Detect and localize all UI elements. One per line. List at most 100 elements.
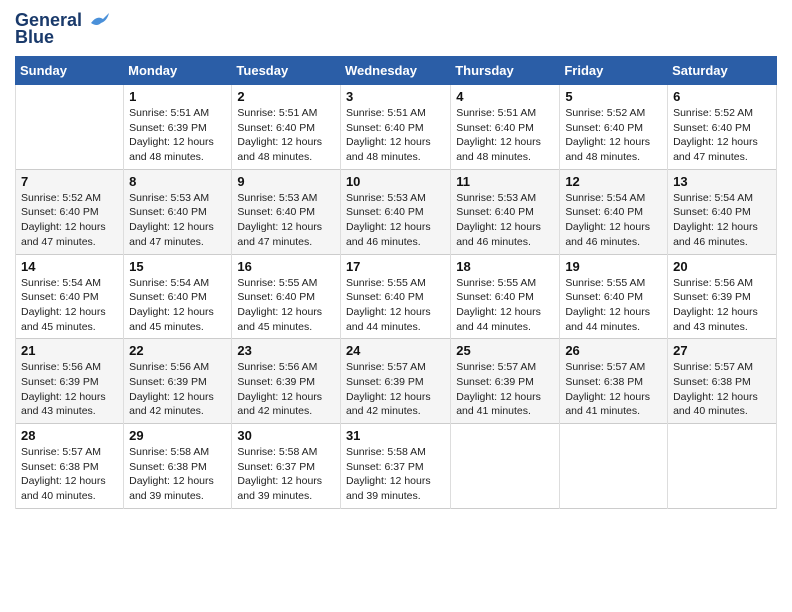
calendar-cell: 25 Sunrise: 5:57 AM Sunset: 6:39 PM Dayli… <box>451 339 560 424</box>
calendar-cell: 22 Sunrise: 5:56 AM Sunset: 6:39 PM Dayli… <box>124 339 232 424</box>
calendar-cell: 28 Sunrise: 5:57 AM Sunset: 6:38 PM Dayli… <box>16 424 124 509</box>
day-number: 28 <box>21 428 118 443</box>
day-number: 18 <box>456 259 554 274</box>
page-header: General Blue <box>15 10 777 48</box>
day-info: Sunrise: 5:58 AM Sunset: 6:37 PM Dayligh… <box>346 445 445 504</box>
calendar-cell <box>560 424 668 509</box>
header-row: SundayMondayTuesdayWednesdayThursdayFrid… <box>16 57 777 85</box>
calendar-cell: 15 Sunrise: 5:54 AM Sunset: 6:40 PM Dayli… <box>124 254 232 339</box>
week-row-4: 21 Sunrise: 5:56 AM Sunset: 6:39 PM Dayli… <box>16 339 777 424</box>
calendar-cell: 11 Sunrise: 5:53 AM Sunset: 6:40 PM Dayli… <box>451 169 560 254</box>
logo-bird-icon <box>89 13 109 29</box>
day-info: Sunrise: 5:56 AM Sunset: 6:39 PM Dayligh… <box>237 360 335 419</box>
calendar-cell: 5 Sunrise: 5:52 AM Sunset: 6:40 PM Daylig… <box>560 85 668 170</box>
day-number: 26 <box>565 343 662 358</box>
day-number: 29 <box>129 428 226 443</box>
calendar-cell: 6 Sunrise: 5:52 AM Sunset: 6:40 PM Daylig… <box>668 85 777 170</box>
day-number: 19 <box>565 259 662 274</box>
calendar-cell: 8Sunrise: 5:53 AM Sunset: 6:40 PM Daylig… <box>124 169 232 254</box>
day-number: 15 <box>129 259 226 274</box>
calendar-cell <box>16 85 124 170</box>
day-info: Sunrise: 5:51 AM Sunset: 6:40 PM Dayligh… <box>346 106 445 165</box>
column-header-saturday: Saturday <box>668 57 777 85</box>
day-number: 1 <box>129 89 226 104</box>
day-info: Sunrise: 5:54 AM Sunset: 6:40 PM Dayligh… <box>565 191 662 250</box>
day-info: Sunrise: 5:53 AM Sunset: 6:40 PM Dayligh… <box>129 191 226 250</box>
column-header-monday: Monday <box>124 57 232 85</box>
calendar-cell: 26 Sunrise: 5:57 AM Sunset: 6:38 PM Dayli… <box>560 339 668 424</box>
day-number: 10 <box>346 174 445 189</box>
day-number: 17 <box>346 259 445 274</box>
calendar-cell: 7 Sunrise: 5:52 AM Sunset: 6:40 PM Daylig… <box>16 169 124 254</box>
calendar-cell: 20Sunrise: 5:56 AM Sunset: 6:39 PM Dayli… <box>668 254 777 339</box>
day-info: Sunrise: 5:55 AM Sunset: 6:40 PM Dayligh… <box>346 276 445 335</box>
calendar-cell: 4Sunrise: 5:51 AM Sunset: 6:40 PM Daylig… <box>451 85 560 170</box>
day-info: Sunrise: 5:53 AM Sunset: 6:40 PM Dayligh… <box>346 191 445 250</box>
day-number: 14 <box>21 259 118 274</box>
logo-graphic: General Blue <box>15 10 109 48</box>
day-info: Sunrise: 5:54 AM Sunset: 6:40 PM Dayligh… <box>673 191 771 250</box>
day-info: Sunrise: 5:56 AM Sunset: 6:39 PM Dayligh… <box>21 360 118 419</box>
calendar-cell: 30 Sunrise: 5:58 AM Sunset: 6:37 PM Dayli… <box>232 424 341 509</box>
calendar-cell <box>451 424 560 509</box>
day-info: Sunrise: 5:57 AM Sunset: 6:38 PM Dayligh… <box>565 360 662 419</box>
week-row-2: 7 Sunrise: 5:52 AM Sunset: 6:40 PM Daylig… <box>16 169 777 254</box>
calendar-cell: 10 Sunrise: 5:53 AM Sunset: 6:40 PM Dayli… <box>340 169 450 254</box>
day-info: Sunrise: 5:56 AM Sunset: 6:39 PM Dayligh… <box>129 360 226 419</box>
day-number: 31 <box>346 428 445 443</box>
column-header-friday: Friday <box>560 57 668 85</box>
week-row-1: 1 Sunrise: 5:51 AM Sunset: 6:39 PM Daylig… <box>16 85 777 170</box>
day-info: Sunrise: 5:58 AM Sunset: 6:38 PM Dayligh… <box>129 445 226 504</box>
calendar-cell: 13 Sunrise: 5:54 AM Sunset: 6:40 PM Dayli… <box>668 169 777 254</box>
calendar-cell: 3Sunrise: 5:51 AM Sunset: 6:40 PM Daylig… <box>340 85 450 170</box>
calendar-cell: 29 Sunrise: 5:58 AM Sunset: 6:38 PM Dayli… <box>124 424 232 509</box>
calendar-cell: 1 Sunrise: 5:51 AM Sunset: 6:39 PM Daylig… <box>124 85 232 170</box>
day-number: 21 <box>21 343 118 358</box>
week-row-3: 14 Sunrise: 5:54 AM Sunset: 6:40 PM Dayli… <box>16 254 777 339</box>
calendar-cell: 14 Sunrise: 5:54 AM Sunset: 6:40 PM Dayli… <box>16 254 124 339</box>
day-info: Sunrise: 5:52 AM Sunset: 6:40 PM Dayligh… <box>21 191 118 250</box>
calendar-cell: 27Sunrise: 5:57 AM Sunset: 6:38 PM Dayli… <box>668 339 777 424</box>
calendar-cell: 23 Sunrise: 5:56 AM Sunset: 6:39 PM Dayli… <box>232 339 341 424</box>
day-info: Sunrise: 5:52 AM Sunset: 6:40 PM Dayligh… <box>565 106 662 165</box>
day-info: Sunrise: 5:55 AM Sunset: 6:40 PM Dayligh… <box>456 276 554 335</box>
calendar-cell <box>668 424 777 509</box>
day-number: 5 <box>565 89 662 104</box>
day-number: 24 <box>346 343 445 358</box>
day-info: Sunrise: 5:58 AM Sunset: 6:37 PM Dayligh… <box>237 445 335 504</box>
day-info: Sunrise: 5:57 AM Sunset: 6:38 PM Dayligh… <box>21 445 118 504</box>
day-number: 27 <box>673 343 771 358</box>
day-number: 9 <box>237 174 335 189</box>
calendar-cell: 17 Sunrise: 5:55 AM Sunset: 6:40 PM Dayli… <box>340 254 450 339</box>
day-info: Sunrise: 5:57 AM Sunset: 6:39 PM Dayligh… <box>456 360 554 419</box>
day-number: 25 <box>456 343 554 358</box>
day-number: 7 <box>21 174 118 189</box>
calendar-table: SundayMondayTuesdayWednesdayThursdayFrid… <box>15 56 777 509</box>
column-header-sunday: Sunday <box>16 57 124 85</box>
day-number: 22 <box>129 343 226 358</box>
day-info: Sunrise: 5:54 AM Sunset: 6:40 PM Dayligh… <box>129 276 226 335</box>
calendar-cell: 9 Sunrise: 5:53 AM Sunset: 6:40 PM Daylig… <box>232 169 341 254</box>
day-info: Sunrise: 5:57 AM Sunset: 6:39 PM Dayligh… <box>346 360 445 419</box>
calendar-cell: 18 Sunrise: 5:55 AM Sunset: 6:40 PM Dayli… <box>451 254 560 339</box>
calendar-cell: 12 Sunrise: 5:54 AM Sunset: 6:40 PM Dayli… <box>560 169 668 254</box>
day-number: 23 <box>237 343 335 358</box>
day-number: 12 <box>565 174 662 189</box>
calendar-cell: 19 Sunrise: 5:55 AM Sunset: 6:40 PM Dayli… <box>560 254 668 339</box>
day-number: 4 <box>456 89 554 104</box>
day-info: Sunrise: 5:53 AM Sunset: 6:40 PM Dayligh… <box>456 191 554 250</box>
day-info: Sunrise: 5:51 AM Sunset: 6:39 PM Dayligh… <box>129 106 226 165</box>
day-number: 2 <box>237 89 335 104</box>
day-info: Sunrise: 5:51 AM Sunset: 6:40 PM Dayligh… <box>237 106 335 165</box>
day-info: Sunrise: 5:55 AM Sunset: 6:40 PM Dayligh… <box>565 276 662 335</box>
logo: General Blue <box>15 10 109 48</box>
day-number: 6 <box>673 89 771 104</box>
day-info: Sunrise: 5:54 AM Sunset: 6:40 PM Dayligh… <box>21 276 118 335</box>
day-number: 13 <box>673 174 771 189</box>
calendar-cell: 16Sunrise: 5:55 AM Sunset: 6:40 PM Dayli… <box>232 254 341 339</box>
column-header-thursday: Thursday <box>451 57 560 85</box>
day-info: Sunrise: 5:53 AM Sunset: 6:40 PM Dayligh… <box>237 191 335 250</box>
day-number: 11 <box>456 174 554 189</box>
day-info: Sunrise: 5:52 AM Sunset: 6:40 PM Dayligh… <box>673 106 771 165</box>
day-number: 30 <box>237 428 335 443</box>
